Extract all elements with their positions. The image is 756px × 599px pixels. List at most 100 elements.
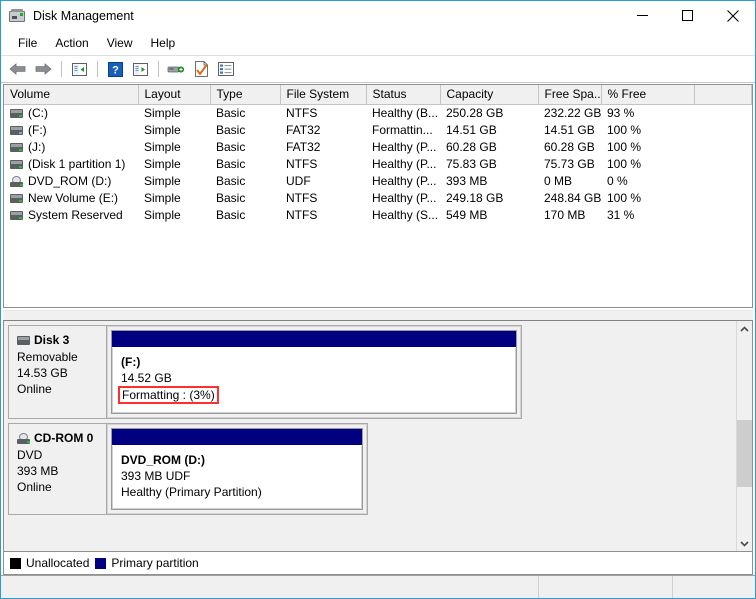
scroll-up-button[interactable]: [737, 321, 752, 337]
legend: Unallocated Primary partition: [3, 552, 753, 575]
column-header-percent-free[interactable]: % Free: [601, 85, 695, 105]
drive-icon: [10, 210, 23, 220]
column-header-type[interactable]: Type: [210, 85, 281, 105]
cell-percent-free: 93 %: [607, 106, 635, 121]
partition-details: DVD_ROM (D:) 393 MB UDF Healthy (Primary…: [112, 446, 362, 509]
menu-bar: File Action View Help: [1, 31, 755, 56]
table-row[interactable]: (F:) Simple Basic FAT32 Formattin... 14.…: [4, 122, 752, 139]
column-header-volume[interactable]: Volume: [4, 85, 139, 105]
cell-type: Basic: [216, 123, 246, 137]
window-controls: [620, 1, 755, 30]
minimize-button[interactable]: [620, 1, 665, 30]
column-header-filler: [694, 85, 752, 105]
cell-volume: (F:): [4, 122, 138, 139]
table-row[interactable]: (J:) Simple Basic FAT32 Healthy (P... 60…: [4, 139, 752, 156]
cell-percent-free: 0 %: [607, 174, 628, 188]
partition-details: (F:) 14.52 GB Formatting : (3%): [112, 348, 516, 413]
disk-name: Disk 3: [34, 333, 70, 347]
cell-file-system: NTFS: [286, 208, 318, 222]
maximize-button[interactable]: [665, 1, 710, 30]
column-header-capacity[interactable]: Capacity: [440, 85, 539, 105]
volume-list[interactable]: Volume Layout Type File System Status Ca…: [3, 84, 753, 308]
status-bar: [1, 575, 755, 598]
cell-file-system: NTFS: [286, 157, 318, 171]
list-view-icon[interactable]: [214, 58, 238, 80]
cell-free-space: 14.51 GB: [544, 123, 595, 137]
back-icon[interactable]: [6, 58, 30, 80]
cdrom-icon: [17, 432, 30, 444]
column-header-layout[interactable]: Layout: [138, 85, 211, 105]
menu-help[interactable]: Help: [142, 33, 185, 53]
cell-status: Healthy (P...: [372, 157, 437, 171]
cell-filler: [694, 156, 752, 173]
legend-swatch-primary-partition: [95, 557, 107, 569]
svg-text:?: ?: [112, 64, 119, 76]
cell-status: Formattin...: [372, 123, 433, 137]
status-segment-1: [1, 576, 539, 598]
cell-capacity: 249.18 GB: [446, 191, 504, 205]
table-row[interactable]: (Disk 1 partition 1) Simple Basic NTFS H…: [4, 156, 752, 173]
pane-splitter[interactable]: [3, 310, 753, 321]
rescan-disks-icon[interactable]: [164, 58, 188, 80]
graphical-view-scrollbar[interactable]: [736, 321, 752, 551]
close-button[interactable]: [710, 1, 755, 30]
toolbar: ?: [1, 56, 755, 83]
show-hide-console-tree-icon[interactable]: [67, 58, 91, 80]
cell-status: Healthy (P...: [372, 191, 437, 205]
menu-action[interactable]: Action: [46, 33, 97, 53]
disk-state: Online: [17, 480, 52, 494]
column-header-free-space[interactable]: Free Spa...: [538, 85, 602, 105]
table-row[interactable]: DVD_ROM (D:) Simple Basic UDF Healthy (P…: [4, 173, 752, 190]
partition[interactable]: (F:) 14.52 GB Formatting : (3%): [111, 330, 517, 414]
cell-capacity: 393 MB: [446, 174, 488, 188]
volume-label: (Disk 1 partition 1): [28, 157, 126, 171]
scrollbar-thumb[interactable]: [737, 420, 752, 488]
volume-table-header-row: Volume Layout Type File System Status Ca…: [4, 85, 752, 105]
disk-partitions: (F:) 14.52 GB Formatting : (3%): [107, 326, 521, 418]
cell-capacity: 14.51 GB: [446, 123, 497, 137]
drive-icon-inactive: [10, 125, 23, 135]
menu-file[interactable]: File: [9, 33, 46, 53]
partition-status: Healthy (Primary Partition): [121, 485, 262, 499]
cell-file-system: UDF: [286, 174, 311, 188]
cell-volume: System Reserved: [4, 207, 138, 224]
cell-type: Basic: [216, 106, 246, 121]
disk-name-row: CD-ROM 0: [17, 430, 106, 446]
cell-capacity: 549 MB: [446, 208, 488, 222]
help-icon[interactable]: ?: [103, 58, 127, 80]
menu-view[interactable]: View: [98, 33, 142, 53]
volume-label: (J:): [28, 140, 46, 154]
properties-icon[interactable]: [189, 58, 213, 80]
volume-label: DVD_ROM (D:): [28, 174, 112, 188]
toolbar-separator: [61, 61, 62, 77]
partition[interactable]: DVD_ROM (D:) 393 MB UDF Healthy (Primary…: [111, 428, 363, 510]
cell-type: Basic: [216, 208, 246, 222]
table-row[interactable]: (C:) Simple Basic NTFS Healthy (B... 250…: [4, 105, 752, 122]
table-row[interactable]: System Reserved Simple Basic NTFS Health…: [4, 207, 752, 224]
table-row[interactable]: New Volume (E:) Simple Basic NTFS Health…: [4, 190, 752, 207]
status-segment-2: [539, 576, 673, 598]
show-hide-action-pane-icon[interactable]: [128, 58, 152, 80]
scroll-down-button[interactable]: [737, 535, 752, 551]
cell-layout: Simple: [144, 140, 181, 154]
column-header-status[interactable]: Status: [366, 85, 441, 105]
cell-filler: [694, 139, 752, 156]
partition-title: DVD_ROM (D:): [121, 453, 205, 467]
cell-volume: (J:): [4, 139, 138, 156]
volume-label: (F:): [28, 123, 47, 137]
disk-row[interactable]: CD-ROM 0 DVD 393 MB Online DVD_ROM (D:) …: [8, 423, 368, 515]
toolbar-separator: [97, 61, 98, 77]
cell-type: Basic: [216, 174, 246, 188]
disk-row[interactable]: Disk 3 Removable 14.53 GB Online (F:) 14…: [8, 325, 522, 419]
forward-icon[interactable]: [31, 58, 55, 80]
cell-layout: Simple: [144, 106, 181, 121]
cdrom-icon: [10, 175, 23, 187]
cell-free-space: 0 MB: [544, 174, 573, 188]
graphical-view: Disk 3 Removable 14.53 GB Online (F:) 14…: [3, 321, 753, 552]
scrollbar-track[interactable]: [737, 337, 752, 535]
volume-table-body: (C:) Simple Basic NTFS Healthy (B... 250…: [4, 105, 752, 224]
formatting-status-highlight: Formatting : (3%): [118, 386, 219, 404]
column-header-file-system[interactable]: File System: [280, 85, 367, 105]
toolbar-separator: [158, 61, 159, 77]
cell-volume: (C:): [4, 105, 138, 122]
